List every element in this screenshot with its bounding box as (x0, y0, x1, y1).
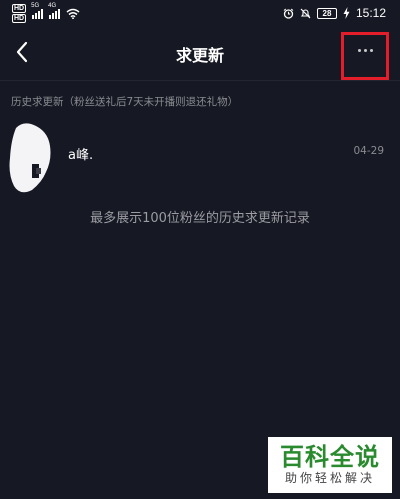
signal-label: 5G (31, 2, 40, 9)
hd-badges: HD HD (12, 3, 27, 23)
header-divider (0, 80, 400, 81)
history-section-title: 历史求更新（粉丝送礼后7天未开播则退还礼物） (11, 96, 239, 108)
avatar[interactable] (8, 120, 52, 196)
watermark-main-text: 百科全说 (280, 443, 380, 471)
watermark-logo: 百科全说 助你轻松解决 (268, 437, 392, 493)
mute-icon (300, 8, 311, 18)
status-bar-left: HD HD 5G 4G (12, 3, 80, 23)
battery-icon: 28 (316, 7, 337, 19)
signal-icon: 4G (48, 3, 61, 19)
history-record-row[interactable]: a峰. 04-29 (0, 114, 400, 194)
more-dots-icon (357, 48, 361, 52)
signal-label: 4G (48, 2, 57, 9)
page-title: 求更新 (175, 46, 224, 65)
history-limit-note: 最多展示100位粉丝的历史求更新记录 (90, 211, 310, 226)
charging-icon (343, 7, 350, 19)
wifi-icon (66, 8, 80, 19)
record-user-name: a峰. (68, 148, 94, 163)
alarm-icon (283, 8, 294, 19)
more-options-button[interactable] (341, 32, 389, 80)
status-bar-right: 28 15:12 (283, 6, 386, 20)
nav-bar: 求更新 (0, 26, 400, 80)
hd-badge: HD (12, 3, 27, 13)
status-bar: HD HD 5G 4G 28 15:12 (0, 0, 400, 26)
hd-badge: HD (12, 13, 27, 23)
status-time: 15:12 (355, 6, 386, 20)
record-date: 04-29 (353, 145, 384, 157)
signal-icon: 5G (31, 3, 44, 19)
watermark-sub-text: 助你轻松解决 (284, 471, 375, 485)
